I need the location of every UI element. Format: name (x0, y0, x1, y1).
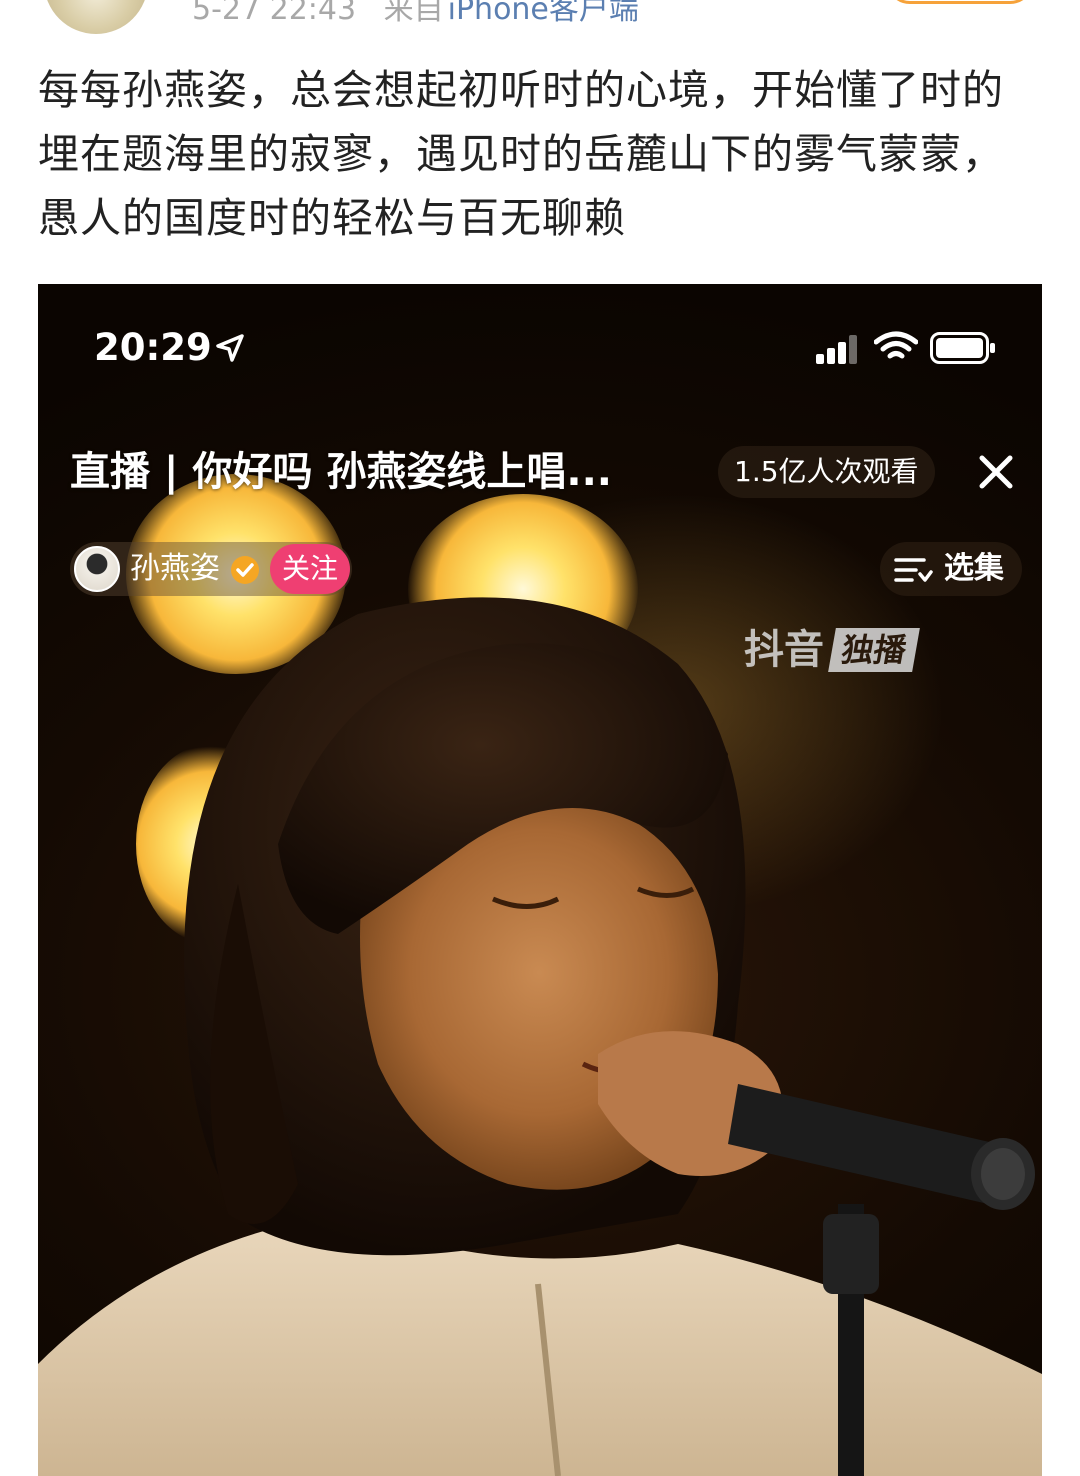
follow-anchor-button[interactable]: 关注 (270, 544, 350, 594)
weibo-post: 5-27 22:43 来自 iPhone客户端 每每孙燕姿，总会想起初听时的心境，… (0, 0, 1080, 1476)
anchor-name[interactable]: 孙燕姿 (130, 542, 220, 596)
phone-status-bar: 20:29 (38, 324, 1042, 372)
status-time: 20:29 (94, 326, 212, 369)
playlist-icon (894, 558, 933, 582)
author-avatar[interactable] (44, 0, 148, 34)
douyin-watermark: 抖音 独播 (744, 622, 920, 678)
anchor-avatar[interactable] (74, 546, 120, 592)
follow-button[interactable] (886, 0, 1034, 4)
post-text: 每每孙燕姿，总会想起初听时的心境，开始懂了时的埋在题海里的寂寥，遇见时的岳麓山下… (38, 66, 1004, 242)
embedded-video-screenshot[interactable]: 20:29 直播 | 你好吗 孙燕姿线上唱... 1.5亿人次观看 孙燕姿 关注… (38, 284, 1042, 1476)
source-client-link[interactable]: iPhone客户端 (448, 0, 639, 27)
post-time: 5-27 22:43 (192, 0, 357, 27)
watermark-brand: 抖音 (744, 627, 824, 673)
anchor-info: 孙燕姿 关注 (70, 542, 352, 596)
playlist-label: 选集 (944, 551, 1004, 586)
post-meta: 5-27 22:43 来自 iPhone客户端 (192, 0, 639, 32)
view-count-badge: 1.5亿人次观看 (718, 446, 935, 498)
close-icon[interactable] (976, 452, 1016, 492)
battery-icon (930, 332, 995, 364)
verified-badge-icon (231, 556, 259, 584)
signal-bars-icon (816, 335, 857, 364)
playlist-button[interactable]: 选集 (880, 542, 1022, 596)
location-arrow-icon (216, 334, 244, 362)
watermark-tag: 独播 (828, 628, 920, 672)
wifi-icon (874, 331, 918, 359)
source-prefix: 来自 (383, 0, 444, 27)
live-title: 直播 | 你好吗 孙燕姿线上唱... (70, 449, 612, 495)
